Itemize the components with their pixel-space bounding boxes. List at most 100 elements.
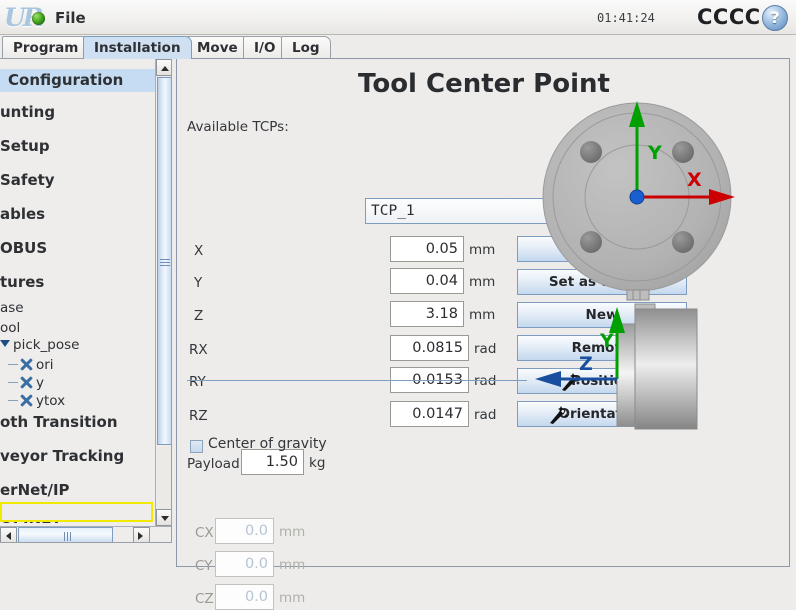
side-z-axis-label: Z bbox=[579, 353, 593, 375]
chevron-left-icon bbox=[6, 532, 11, 540]
expander-triangle-icon[interactable] bbox=[0, 340, 10, 347]
scroll-up-button[interactable] bbox=[156, 59, 171, 76]
rx-unit: rad bbox=[474, 341, 497, 357]
sidebar-item-label: ori bbox=[36, 357, 54, 373]
grip-line bbox=[67, 532, 68, 541]
tab-program[interactable]: Program bbox=[2, 36, 90, 59]
center-of-gravity-label: Center of gravity bbox=[208, 436, 327, 452]
sidebar-item-base[interactable]: ase bbox=[0, 300, 155, 316]
sidebar-item-ytox[interactable]: ytox bbox=[0, 392, 155, 409]
flange-side-view: Y Z bbox=[535, 303, 698, 430]
chevron-up-icon bbox=[161, 66, 169, 71]
sidebar-item-label: y bbox=[36, 375, 44, 391]
point-feature-icon bbox=[20, 394, 33, 407]
sidebar-horizontal-scrollbar[interactable] bbox=[0, 526, 171, 542]
sidebar-vertical-scrollbar[interactable] bbox=[155, 59, 171, 526]
tool-flange-diagram: Y X Y Z bbox=[535, 101, 735, 430]
sidebar-item-modbus[interactable]: OBUS bbox=[0, 239, 155, 257]
cz-input[interactable]: 0.0 bbox=[215, 584, 274, 610]
available-tcps-label: Available TCPs: bbox=[187, 119, 289, 135]
z-unit: mm bbox=[469, 307, 496, 323]
chevron-down-icon bbox=[161, 516, 169, 521]
sidebar-item-safety[interactable]: Safety bbox=[0, 171, 155, 189]
tab-move[interactable]: Move bbox=[186, 36, 249, 59]
point-feature-icon bbox=[20, 376, 33, 389]
center-of-gravity-checkbox[interactable] bbox=[190, 440, 203, 453]
payload-unit: kg bbox=[309, 455, 326, 471]
field-label-z: Z bbox=[194, 308, 204, 324]
origin-point bbox=[629, 189, 645, 205]
sidebar-item-setup[interactable]: Setup bbox=[0, 137, 155, 155]
point-feature-icon bbox=[20, 358, 33, 371]
sidebar-item-label: ytox bbox=[36, 393, 66, 409]
scroll-right-button[interactable] bbox=[133, 527, 150, 542]
tree-branch-icon bbox=[8, 400, 18, 401]
sidebar-item-mounting[interactable]: unting bbox=[0, 103, 155, 121]
cy-input[interactable]: 0.0 bbox=[215, 551, 274, 577]
sidebar-item-pick-pose[interactable]: pick_pose bbox=[0, 337, 155, 353]
sidebar-item-y[interactable]: y bbox=[0, 374, 155, 391]
brand-label: CCCC bbox=[697, 5, 761, 29]
sidebar-item-ori[interactable]: ori bbox=[0, 356, 155, 373]
sidebar-item-configuration[interactable]: Configuration bbox=[0, 69, 155, 92]
chevron-right-icon bbox=[138, 532, 143, 540]
ry-unit: rad bbox=[474, 373, 497, 389]
tab-bar: Program Installation Move I/O Log bbox=[0, 35, 796, 59]
help-icon[interactable]: ? bbox=[762, 5, 788, 31]
side-y-axis-label: Y bbox=[599, 330, 614, 352]
installation-sidebar: Configuration unting Setup Safety ables … bbox=[0, 58, 172, 543]
top-bar: UR File 01:41:24 CCCC ? bbox=[0, 0, 796, 35]
front-y-axis-label: Y bbox=[647, 142, 662, 164]
scroll-thumb[interactable] bbox=[157, 77, 171, 445]
cx-input[interactable]: 0.0 bbox=[215, 518, 274, 544]
grip-line bbox=[70, 532, 71, 541]
tab-installation[interactable]: Installation bbox=[83, 36, 192, 59]
tool-center-point-panel: Tool Center Point Available TCPs: TCP_1 … bbox=[176, 58, 790, 610]
front-x-axis-label: X bbox=[687, 169, 702, 191]
scroll-down-button[interactable] bbox=[156, 509, 171, 526]
sidebar-item-variables[interactable]: ables bbox=[0, 205, 155, 223]
scroll-left-button[interactable] bbox=[0, 527, 17, 542]
hscroll-thumb[interactable] bbox=[18, 527, 113, 542]
sidebar-item-smooth-transition[interactable]: oth Transition bbox=[0, 413, 155, 431]
grip-line bbox=[160, 262, 170, 263]
sidebar-item-label: pick_pose bbox=[13, 337, 80, 353]
payload-label: Payload: bbox=[187, 456, 245, 472]
tree-focus-highlight bbox=[0, 502, 153, 522]
x-unit: mm bbox=[469, 242, 496, 258]
grip-line bbox=[160, 259, 170, 260]
sidebar-item-features[interactable]: tures bbox=[0, 273, 155, 291]
tree-branch-icon bbox=[8, 382, 18, 383]
field-label-rz: RZ bbox=[189, 408, 208, 424]
flange-front-view: Y X bbox=[542, 101, 735, 301]
x-input[interactable]: 0.05 bbox=[390, 236, 464, 262]
grip-line bbox=[64, 532, 65, 541]
file-menu[interactable]: File bbox=[55, 9, 86, 27]
grip-line bbox=[160, 265, 170, 266]
y-input[interactable]: 0.04 bbox=[390, 268, 464, 294]
field-label-rx: RX bbox=[189, 342, 208, 358]
sidebar-item-conveyor-tracking[interactable]: veyor Tracking bbox=[0, 447, 155, 465]
scroll-track[interactable] bbox=[157, 447, 171, 509]
field-label-cz: CZ bbox=[195, 591, 214, 607]
section-divider bbox=[187, 380, 527, 381]
tab-log[interactable]: Log bbox=[281, 36, 331, 59]
field-label-ry: RY bbox=[189, 374, 206, 390]
tab-io[interactable]: I/O bbox=[243, 36, 287, 59]
y-unit: mm bbox=[469, 274, 496, 290]
field-label-y: Y bbox=[194, 275, 203, 291]
field-label-cx: CX bbox=[195, 525, 214, 541]
rz-input[interactable]: 0.0147 bbox=[390, 401, 469, 427]
rz-unit: rad bbox=[474, 407, 497, 423]
cx-unit: mm bbox=[279, 524, 306, 540]
clock-display: 01:41:24 bbox=[597, 11, 655, 25]
field-label-cy: CY bbox=[195, 558, 213, 574]
tree-branch-icon bbox=[8, 364, 18, 365]
sidebar-item-tool[interactable]: ool bbox=[0, 320, 155, 336]
installation-tree: Configuration unting Setup Safety ables … bbox=[0, 59, 155, 526]
cy-unit: mm bbox=[279, 557, 306, 573]
sidebar-item-ethernet-ip[interactable]: erNet/IP bbox=[0, 481, 155, 499]
rx-input[interactable]: 0.0815 bbox=[390, 335, 469, 361]
z-input[interactable]: 3.18 bbox=[390, 301, 464, 327]
payload-input[interactable]: 1.50 bbox=[241, 449, 304, 475]
